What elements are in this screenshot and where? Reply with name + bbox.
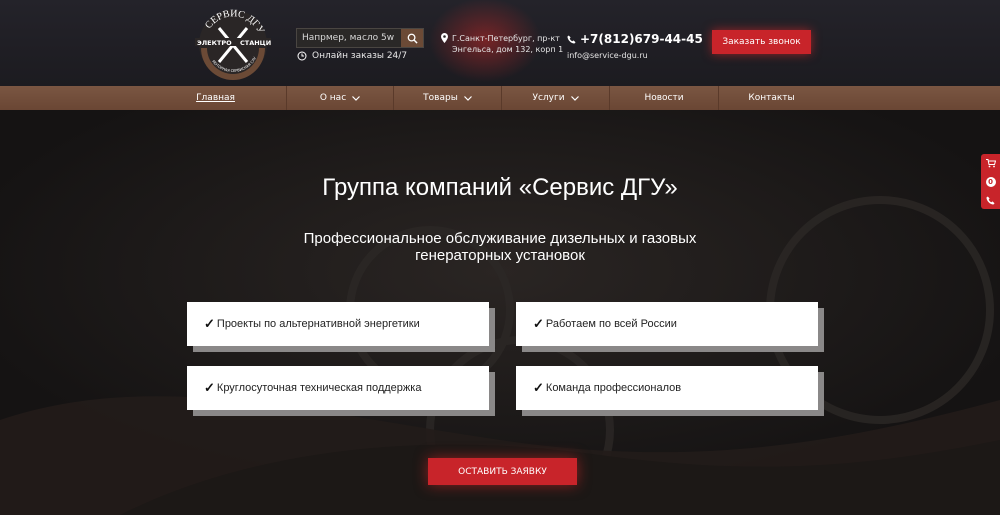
nav-item-services[interactable]: Услуги [502,86,610,110]
phone-icon [567,34,576,44]
nav-item-home[interactable]: Главная [0,86,287,110]
clock-icon [297,51,307,61]
site-header: СЕРВИС ДГУ ЭЛЕКТРО СТАНЦИИ МОТОРНАЯ СЕРВ… [0,0,1000,86]
cart-count-badge[interactable]: 0 [985,176,996,187]
email-link[interactable]: info@service-dgu.ru [567,51,703,60]
phone-icon [986,195,995,205]
checkmark-icon: ✓ [533,316,544,331]
logo-text-left: ЭЛЕКТРО [197,39,232,47]
nav-label-home: Главная [196,93,235,103]
hero-subtitle: Профессиональное обслуживание дизельных … [0,230,1000,264]
main-nav: Главная О нас Товары Услуги Новости Конт… [0,86,1000,110]
address-line-2: Энгельса, дом 132, корп 1 [452,45,564,54]
side-widget: 0 [981,154,1000,209]
nav-label-news: Новости [644,93,684,103]
callback-button[interactable] [986,195,995,205]
order-call-button[interactable]: Заказать звонок [712,30,811,54]
phone-number: +7(812)679-44-45 [580,32,703,46]
address: Г.Санкт-Петербург, пр-кт Энгельса, дом 1… [441,33,563,55]
contacts: +7(812)679-44-45 info@service-dgu.ru [567,32,703,60]
online-orders-text: Онлайн заказы 24/7 [312,51,408,61]
address-line-1: Г.Санкт-Петербург, пр-кт [452,34,560,43]
feature-text: Проекты по альтернативной энергетики [216,318,420,330]
hero-section: Группа компаний «Сервис ДГУ» Профессиона… [0,110,1000,515]
hero-background [0,110,1000,515]
nav-label-products: Товары [423,93,458,103]
nav-item-news[interactable]: Новости [610,86,719,110]
nav-label-services: Услуги [532,93,565,103]
search-box [296,28,424,48]
search-icon [407,33,418,44]
company-logo[interactable]: СЕРВИС ДГУ ЭЛЕКТРО СТАНЦИИ МОТОРНАЯ СЕРВ… [195,4,271,80]
logo-text-right: СТАНЦИИ [240,39,271,47]
nav-label-contacts: Контакты [748,93,795,103]
nav-item-about[interactable]: О нас [287,86,394,110]
feature-card: ✓ Работаем по всей России [516,302,818,346]
search-input[interactable] [297,29,401,47]
feature-card: ✓ Круглосуточная техническая поддержка [187,366,489,410]
feature-text: Работаем по всей России [545,318,677,330]
chevron-down-icon [463,95,472,101]
nav-item-contacts[interactable]: Контакты [719,86,844,110]
nav-item-products[interactable]: Товары [394,86,502,110]
search-button[interactable] [401,29,423,47]
feature-text: Команда профессионалов [545,382,682,394]
feature-card: ✓ Проекты по альтернативной энергетики [187,302,489,346]
checkmark-icon: ✓ [204,380,215,395]
location-pin-icon [441,33,448,43]
online-orders: Онлайн заказы 24/7 [297,51,407,61]
hero-subtitle-line-1: Профессиональное обслуживание дизельных … [303,230,697,247]
hero-title: Группа компаний «Сервис ДГУ» [322,174,678,201]
cart-icon [985,158,996,167]
chevron-down-icon [352,95,361,101]
chevron-down-icon [570,95,579,101]
phone-link[interactable]: +7(812)679-44-45 [567,32,703,46]
checkmark-icon: ✓ [204,316,215,331]
cart-button[interactable] [985,158,996,168]
checkmark-icon: ✓ [533,380,544,395]
hero-subtitle-line-2: генераторных установок [415,247,585,264]
cart-count: 0 [985,176,996,187]
submit-request-button[interactable]: ОСТАВИТЬ ЗАЯВКУ [428,458,577,485]
nav-label-about: О нас [319,93,347,103]
feature-text: Круглосуточная техническая поддержка [216,382,422,394]
feature-card: ✓ Команда профессионалов [516,366,818,410]
